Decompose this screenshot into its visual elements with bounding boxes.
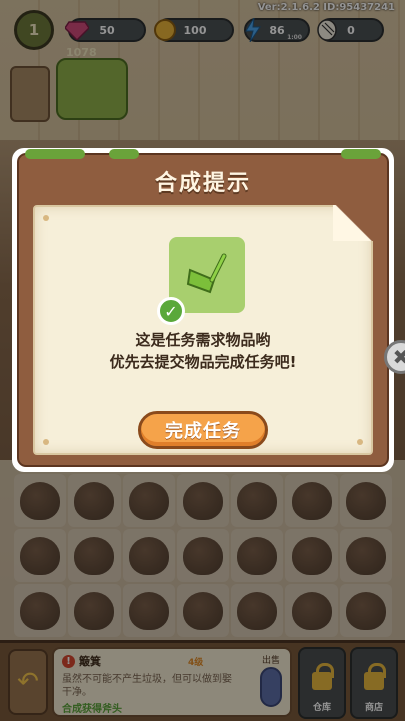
- paper-dot: [43, 439, 49, 445]
- paper-dot: [43, 215, 49, 221]
- dialog-paper: ✓ 这是任务需求物品哟 优先去提交物品完成任务吧! 完成任务: [33, 205, 373, 455]
- vine-decoration: [25, 149, 85, 159]
- check-icon: ✓: [157, 297, 185, 325]
- dialog-message: 这是任务需求物品哟 优先去提交物品完成任务吧!: [35, 329, 371, 373]
- required-item-card: ✓: [157, 237, 245, 325]
- message-line-1: 这是任务需求物品哟: [135, 331, 271, 349]
- vine-decoration: [109, 149, 139, 159]
- message-line-2: 优先去提交物品完成任务吧!: [109, 353, 297, 371]
- merge-hint-dialog: 合成提示 ✓ 这是任务需求物品哟 优先去提交物品完成任务吧! 完成任务: [12, 148, 394, 472]
- complete-task-button[interactable]: 完成任务: [138, 411, 268, 449]
- paper-fold: [333, 205, 373, 241]
- vine-decoration: [341, 149, 381, 159]
- paper-dot: [357, 439, 363, 445]
- dialog-frame: 合成提示 ✓ 这是任务需求物品哟 优先去提交物品完成任务吧! 完成任务: [17, 149, 389, 467]
- dustpan-icon: [184, 250, 230, 300]
- dialog-title: 合成提示: [154, 171, 251, 196]
